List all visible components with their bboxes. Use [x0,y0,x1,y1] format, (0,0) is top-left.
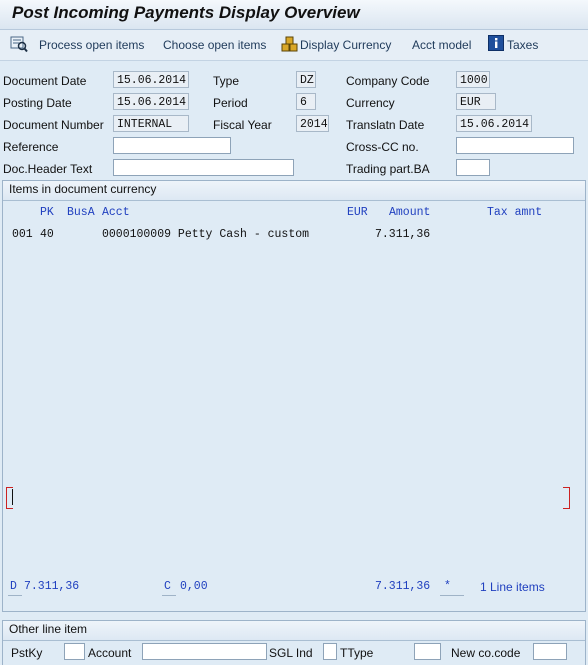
credit-total: 0,00 [180,580,208,593]
text-cursor [12,489,13,505]
title-bar: Post Incoming Payments Display Overview [0,0,588,30]
column-header-amount: Amount [389,206,431,219]
line-items-count: 1 Line items [480,580,545,594]
account-label: Account [88,646,132,660]
fiscal-year-field[interactable]: 2014 [296,115,329,132]
doc-header-text-field[interactable] [113,159,294,176]
period-field[interactable]: 6 [296,93,316,110]
type-field[interactable]: DZ [296,71,316,88]
application-toolbar: Process open items Choose open items Dis… [0,30,588,61]
balance-total: 7.311,36 [375,580,431,593]
ttype-label: TType [340,646,374,660]
account-field[interactable] [142,643,267,660]
reference-label: Reference [3,140,59,154]
trading-part-ba-label: Trading part.BA [346,162,430,176]
choose-open-items-button[interactable]: Choose open items [163,38,266,52]
doc-header-text-label: Doc.Header Text [3,162,93,176]
line-item-number: 001 [12,228,33,241]
new-co-code-field[interactable] [533,643,567,660]
selection-bracket-right [563,487,570,509]
debit-underline [8,595,22,596]
line-item-posting-key: 40 [40,228,54,241]
display-currency-button[interactable]: Display Currency [300,38,391,52]
credit-underline [162,595,176,596]
sgl-ind-field[interactable] [323,643,337,660]
process-open-items-icon[interactable] [10,35,28,56]
column-header-pk: PK [40,206,54,219]
balance-status-indicator: * [444,580,451,593]
other-line-item-title: Other line item [3,621,585,641]
type-label: Type [213,74,240,88]
column-header-busa: BusA [67,206,95,219]
document-number-label: Document Number [3,118,104,132]
cross-cc-no-field[interactable] [456,137,574,154]
pstky-label: PstKy [11,646,43,660]
column-header-acct: Acct [102,206,130,219]
column-header-currency: EUR [347,206,368,219]
company-code-label: Company Code [346,74,430,88]
line-item-account[interactable]: 0000100009 Petty Cash - custom [102,228,309,241]
period-label: Period [213,96,248,110]
trading-part-ba-field[interactable] [456,159,490,176]
currency-label: Currency [346,96,395,110]
page-title: Post Incoming Payments Display Overview [12,3,360,22]
credit-label: C [164,580,171,593]
debit-label: D [10,580,17,593]
items-panel: Items in document currency PK BusA Acct … [2,180,586,612]
translatn-date-field[interactable]: 15.06.2014 [456,115,532,132]
new-co-code-label: New co.code [451,646,521,660]
fiscal-year-label: Fiscal Year [213,118,272,132]
reference-field[interactable] [113,137,231,154]
debit-total: 7.311,36 [24,580,80,593]
acct-model-button[interactable]: Acct model [412,38,471,52]
posting-date-label: Posting Date [3,96,72,110]
company-code-field[interactable]: 1000 [456,71,490,88]
items-panel-title: Items in document currency [3,181,585,201]
process-open-items-button[interactable]: Process open items [39,38,144,52]
document-date-label: Document Date [3,74,87,88]
document-number-field[interactable]: INTERNAL [113,115,189,132]
display-currency-icon[interactable] [281,35,299,56]
ttype-field[interactable] [414,643,441,660]
other-line-item-panel: Other line item PstKy Account SGL Ind TT… [2,620,586,665]
pstky-field[interactable] [64,643,85,660]
translatn-date-label: Translatn Date [346,118,425,132]
line-item-amount: 7.311,36 [375,228,431,241]
document-date-field[interactable]: 15.06.2014 [113,71,189,88]
cross-cc-no-label: Cross-CC no. [346,140,419,154]
currency-field[interactable]: EUR [456,93,496,110]
posting-date-field[interactable]: 15.06.2014 [113,93,189,110]
status-underline [440,595,464,596]
sgl-ind-label: SGL Ind [269,646,313,660]
column-header-tax-amount: Tax amnt [487,206,543,219]
info-icon[interactable] [488,35,504,54]
taxes-button[interactable]: Taxes [507,38,538,52]
